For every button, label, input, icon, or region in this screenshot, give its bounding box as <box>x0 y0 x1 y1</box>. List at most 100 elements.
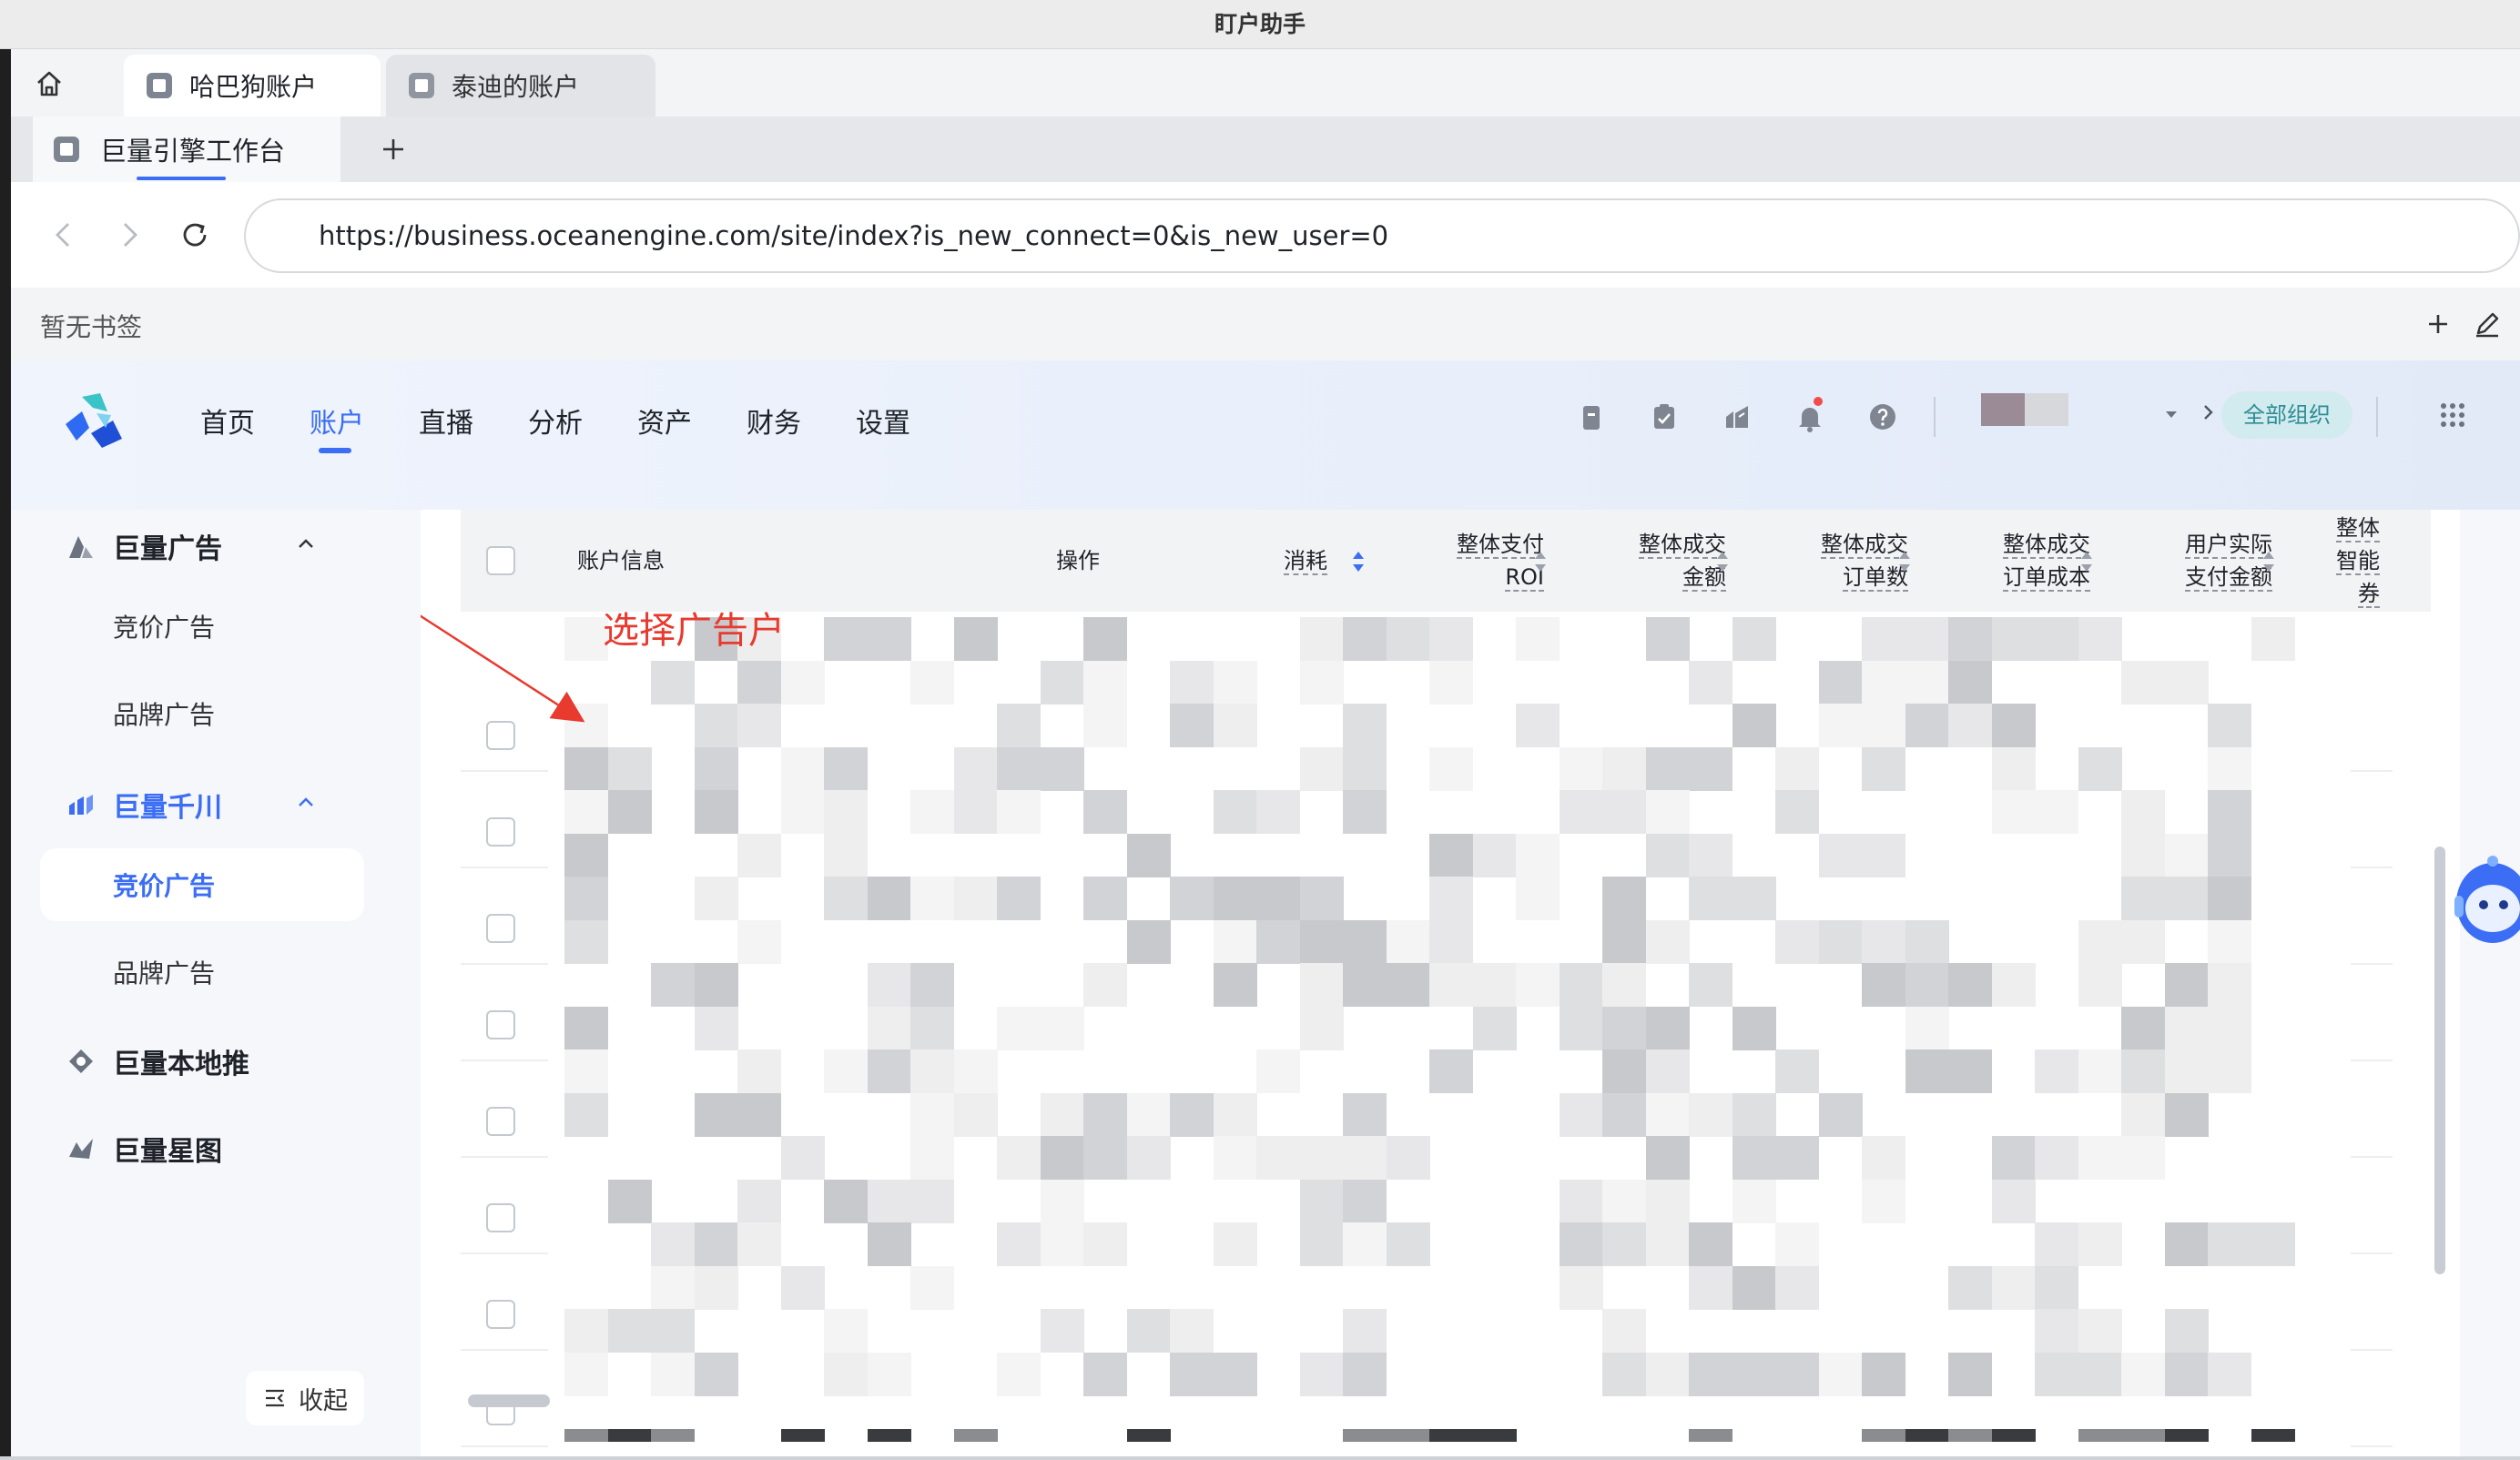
add-bookmark-plus-icon[interactable] <box>2420 306 2456 342</box>
account-tab-taidi[interactable]: 泰迪的账户 <box>386 55 655 117</box>
oceanengine-logo-icon[interactable] <box>58 388 131 461</box>
sidebar-item-bidding-ads[interactable]: 竞价广告 <box>113 608 215 644</box>
obscured-cell <box>824 790 868 834</box>
obscured-cell <box>564 704 608 747</box>
obscured-cell <box>1299 746 1344 791</box>
obscured-cell <box>2078 1352 2122 1396</box>
browser-tab-workbench[interactable]: 巨量引擎工作台 <box>33 117 340 182</box>
nav-analysis[interactable]: 分析 <box>528 400 583 441</box>
horizontal-scrollbar[interactable] <box>468 1394 550 1407</box>
bell-icon[interactable] <box>1792 399 1828 435</box>
obscured-cell <box>651 1222 695 1266</box>
new-tab-plus-icon[interactable] <box>375 131 412 167</box>
sidebar-group-star-map[interactable]: 巨量星图 <box>66 1129 222 1169</box>
help-icon[interactable] <box>1865 399 1901 435</box>
obscured-cell <box>694 963 738 1007</box>
row-divider <box>2351 1156 2393 1158</box>
obscured-cell <box>1862 1429 1905 1442</box>
url-input[interactable]: https://business.oceanengine.com/site/in… <box>244 198 2520 273</box>
nav-assets[interactable]: 资产 <box>637 400 692 441</box>
sort-icon[interactable] <box>2079 548 2094 575</box>
col-order-cost[interactable]: 整体成交 订单成本 <box>1963 528 2090 593</box>
row-checkbox[interactable] <box>486 1300 515 1329</box>
select-all-checkbox[interactable] <box>486 546 515 575</box>
row-checkbox[interactable] <box>486 817 515 847</box>
sort-icon[interactable] <box>1351 548 1366 575</box>
obscured-cell <box>1429 877 1473 920</box>
chevron-up-icon[interactable] <box>293 790 319 816</box>
apps-grid-icon[interactable] <box>2429 391 2476 439</box>
sidebar-group-qianchuan[interactable]: 巨量千川 <box>66 785 222 825</box>
nav-account[interactable]: 账户 <box>310 400 364 441</box>
obscured-cell <box>2121 1006 2165 1050</box>
checklist-icon[interactable] <box>1646 399 1682 435</box>
obscured-cell <box>1732 1092 1776 1137</box>
row-checkbox[interactable] <box>486 1203 515 1232</box>
col-actual-pay[interactable]: 用户实际 支付金额 <box>2145 528 2272 593</box>
obscured-cell <box>1429 1049 1473 1093</box>
col-pay-roi[interactable]: 整体支付 ROI <box>1426 528 1544 593</box>
row-checkbox[interactable] <box>486 721 515 750</box>
obscured-cell <box>1343 1222 1387 1266</box>
obscured-cell <box>2208 1006 2251 1050</box>
sidebar-item-brand-ads[interactable]: 品牌广告 <box>113 695 215 732</box>
sort-icon[interactable] <box>2261 548 2276 575</box>
obscured-cell <box>1732 1136 1776 1180</box>
row-divider <box>461 867 548 868</box>
col-orders[interactable]: 整体成交 订单数 <box>1790 528 1908 593</box>
col-gmv[interactable]: 整体成交 金额 <box>1608 528 1726 593</box>
clipboard-icon[interactable] <box>1573 399 1610 435</box>
obscured-cell <box>564 617 608 661</box>
vertical-scrollbar[interactable] <box>2434 847 2445 1274</box>
share-icon[interactable] <box>1719 399 1755 435</box>
col-smart[interactable]: 整体 智能 券 <box>2327 512 2380 610</box>
home-icon[interactable] <box>33 67 66 100</box>
forward-icon[interactable] <box>109 215 149 255</box>
org-filter-button[interactable]: 全部组织 <box>2221 391 2352 439</box>
nav-live[interactable]: 直播 <box>419 400 473 441</box>
chevron-up-icon[interactable] <box>293 532 319 557</box>
obscured-cell <box>780 1136 825 1180</box>
chevron-right-icon[interactable] <box>2196 400 2220 424</box>
nav-home[interactable]: 首页 <box>200 400 255 441</box>
nav-divider <box>1934 397 1936 437</box>
avatar[interactable] <box>1981 393 2068 426</box>
sidebar-group-juliang-ads[interactable]: 巨量广告 <box>66 526 222 566</box>
back-icon[interactable] <box>44 215 84 255</box>
sort-icon[interactable] <box>1897 548 1912 575</box>
row-checkbox[interactable] <box>486 1107 515 1136</box>
obscured-cell <box>2078 963 2122 1007</box>
nav-finance[interactable]: 财务 <box>747 400 801 441</box>
obscured-cell <box>651 963 695 1007</box>
obscured-cell <box>1386 1429 1430 1442</box>
caret-down-icon[interactable] <box>2159 402 2183 426</box>
account-tab-habagou[interactable]: 哈巴狗账户 <box>124 55 381 117</box>
edit-bookmark-pencil-icon[interactable] <box>2469 306 2505 342</box>
obscured-cell <box>1299 963 1344 1007</box>
assistant-robot-icon[interactable] <box>2445 845 2520 963</box>
sidebar-item-qianchuan-bidding-ads[interactable]: 竞价广告 <box>113 867 215 903</box>
sort-icon[interactable] <box>1715 548 1730 575</box>
col-spend[interactable]: 消耗 <box>1284 544 1327 577</box>
obscured-cell <box>824 1309 868 1353</box>
obscured-cell <box>1170 1309 1214 1353</box>
obscured-cell <box>1256 877 1300 920</box>
sidebar-item-qianchuan-brand-ads[interactable]: 品牌广告 <box>113 954 215 990</box>
obscured-cell <box>694 1265 738 1310</box>
obscured-cell <box>1689 1352 1732 1396</box>
collapse-sidebar-button[interactable]: 收起 <box>246 1371 364 1425</box>
obscured-cell <box>824 1179 868 1223</box>
obscured-cell <box>1299 1352 1344 1396</box>
obscured-cell <box>1948 963 1992 1007</box>
nav-settings[interactable]: 设置 <box>856 400 910 441</box>
obscured-cell <box>1343 746 1387 791</box>
row-checkbox[interactable] <box>486 1010 515 1039</box>
obscured-cell <box>1472 963 1517 1007</box>
row-checkbox[interactable] <box>486 914 515 943</box>
obscured-cell <box>1602 877 1646 920</box>
reload-icon[interactable] <box>175 215 215 255</box>
obscured-cell <box>651 1309 695 1353</box>
sidebar-group-local-push[interactable]: 巨量本地推 <box>66 1041 249 1081</box>
obscured-cell <box>2121 1136 2165 1180</box>
sort-icon[interactable] <box>1533 548 1548 575</box>
